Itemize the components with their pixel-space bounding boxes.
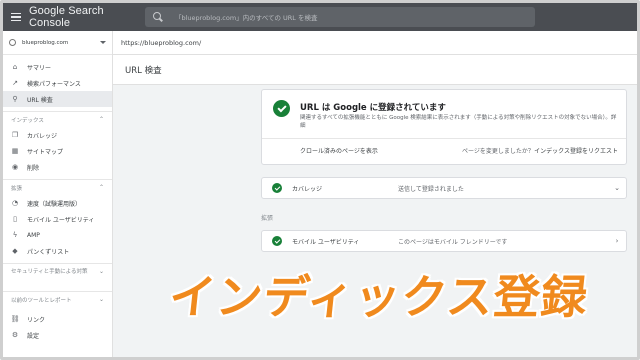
coverage-row[interactable]: カバレッジ 送信して登録されました ⌄ xyxy=(261,177,627,199)
sidebar-item-summary[interactable]: ⌂ サマリー xyxy=(3,59,112,75)
row-value: このページはモバイル フレンドリーです xyxy=(398,238,508,246)
top-app-bar: Google Search Console 「blueproblog.com」内… xyxy=(3,3,637,31)
section-security[interactable]: セキュリティと手動による対策 ⌄ xyxy=(3,263,112,287)
sidebar-item-mobile-usability[interactable]: ▯ モバイル ユーザビリティ xyxy=(3,211,112,227)
chevron-up-icon: ⌃ xyxy=(98,184,104,191)
sidebar-item-removals[interactable]: ◉ 削除 xyxy=(3,159,112,175)
sidebar-item-label: 設定 xyxy=(27,332,40,340)
section-label: 以前のツールとレポート xyxy=(11,297,72,304)
speed-icon: ◔ xyxy=(11,198,19,207)
sidebar-item-coverage[interactable]: ❐ カバレッジ xyxy=(3,127,112,143)
url-inspect-search[interactable]: 「blueproblog.com」内のすべての URL を検査 xyxy=(145,7,535,27)
request-indexing-button[interactable]: インデックス登録をリクエスト xyxy=(534,146,618,155)
page-title: URL 検査 xyxy=(113,55,637,85)
view-crawled-page-link[interactable]: クロール済みのページを表示 xyxy=(300,146,378,155)
copy-icon: ❐ xyxy=(11,130,19,139)
divider xyxy=(262,138,626,139)
chevron-down-icon: ⌄ xyxy=(98,268,104,275)
sidebar-item-amp[interactable]: ϟ AMP xyxy=(3,227,112,243)
sidebar-item-label: カバレッジ xyxy=(27,132,58,140)
diamond-icon: ◆ xyxy=(12,246,18,255)
check-circle-icon xyxy=(272,183,282,193)
sidebar-item-label: URL 検査 xyxy=(27,96,53,104)
eye-off-icon: ◉ xyxy=(11,162,19,171)
bolt-icon: ϟ xyxy=(12,230,18,239)
link-icon: ⛓ xyxy=(10,314,20,323)
phone-icon: ▯ xyxy=(13,214,17,223)
sidebar-item-breadcrumbs[interactable]: ◆ パンくずリスト xyxy=(3,243,112,259)
check-circle-icon xyxy=(272,236,282,246)
sidebar-item-label: サイトマップ xyxy=(27,148,64,156)
mobile-usability-row[interactable]: モバイル ユーザビリティ このページはモバイル フレンドリーです › xyxy=(261,230,627,252)
property-label: blueproblog.com xyxy=(22,39,69,46)
section-index[interactable]: インデックス ⌃ xyxy=(3,111,112,127)
settings-icon: ⚙ xyxy=(11,330,19,339)
chevron-up-icon: ⌃ xyxy=(98,116,104,123)
chevron-right-icon[interactable]: › xyxy=(608,237,626,245)
sidebar-item-sitemaps[interactable]: ▦ サイトマップ xyxy=(3,143,112,159)
sidebar-item-label: サマリー xyxy=(27,64,52,72)
search-icon xyxy=(153,12,163,22)
sidebar: blueproblog.com ⌂ サマリー ↗ 検索パフォーマンス ⚲ URL… xyxy=(3,31,113,357)
search-icon: ⚲ xyxy=(12,94,18,103)
section-label: インデックス xyxy=(11,117,44,124)
chevron-down-icon[interactable]: ⌄ xyxy=(608,184,626,192)
index-status-card: URL は Google に登録されています 関連するすべての拡張機能とともに … xyxy=(261,89,627,165)
screenshot-frame: Google Search Console 「blueproblog.com」内… xyxy=(0,0,640,360)
sidebar-item-label: パンくずリスト xyxy=(27,248,70,256)
sidebar-item-links[interactable]: ⛓ リンク xyxy=(3,311,112,327)
sidebar-item-label: 削除 xyxy=(27,164,40,172)
status-description: 関連するすべての拡張機能とともに Google 検索結果に表示されます（手動によ… xyxy=(300,115,617,129)
trend-icon: ↗ xyxy=(12,78,18,87)
chevron-down-icon: ⌄ xyxy=(98,296,104,303)
row-label: カバレッジ xyxy=(292,185,323,193)
search-placeholder[interactable]: 「blueproblog.com」内のすべての URL を検査 xyxy=(175,12,317,22)
hamburger-menu-icon[interactable] xyxy=(3,3,29,31)
page-changed-question: ページを変更しましたか？ xyxy=(462,148,534,155)
section-legacy[interactable]: 以前のツールとレポート ⌄ xyxy=(3,291,112,307)
sidebar-item-label: 検索パフォーマンス xyxy=(27,80,81,88)
sidebar-item-label: モバイル ユーザビリティ xyxy=(27,216,95,224)
property-selector[interactable]: blueproblog.com xyxy=(3,31,112,55)
inspected-url: https://blueproblog.com/ xyxy=(113,31,637,55)
globe-icon xyxy=(9,39,16,46)
status-title: URL は Google に登録されています xyxy=(300,103,446,113)
app-title[interactable]: Google Search Console xyxy=(29,5,145,29)
sidebar-item-settings[interactable]: ⚙ 設定 xyxy=(3,327,112,343)
overlay-caption: インディックス登録 xyxy=(166,270,591,324)
sidebar-item-label: 速度（試験運用版） xyxy=(27,200,82,208)
row-value: 送信して登録されました xyxy=(398,185,464,193)
check-circle-icon xyxy=(273,100,290,117)
extensions-heading: 拡張 xyxy=(261,215,274,222)
section-label: セキュリティと手動による対策 xyxy=(11,269,88,275)
home-icon: ⌂ xyxy=(12,62,18,71)
sidebar-item-speed[interactable]: ◔ 速度（試験運用版） xyxy=(3,195,112,211)
row-label: モバイル ユーザビリティ xyxy=(292,238,360,246)
section-extensions[interactable]: 拡張 ⌃ xyxy=(3,179,112,195)
sitemap-icon: ▦ xyxy=(11,146,19,155)
section-label: 拡張 xyxy=(11,185,23,192)
sidebar-item-performance[interactable]: ↗ 検索パフォーマンス xyxy=(3,75,112,91)
sidebar-item-url-inspection[interactable]: ⚲ URL 検査 xyxy=(3,91,112,107)
caret-down-icon xyxy=(100,41,106,44)
sidebar-item-label: AMP xyxy=(27,231,40,239)
sidebar-item-label: リンク xyxy=(27,316,46,324)
